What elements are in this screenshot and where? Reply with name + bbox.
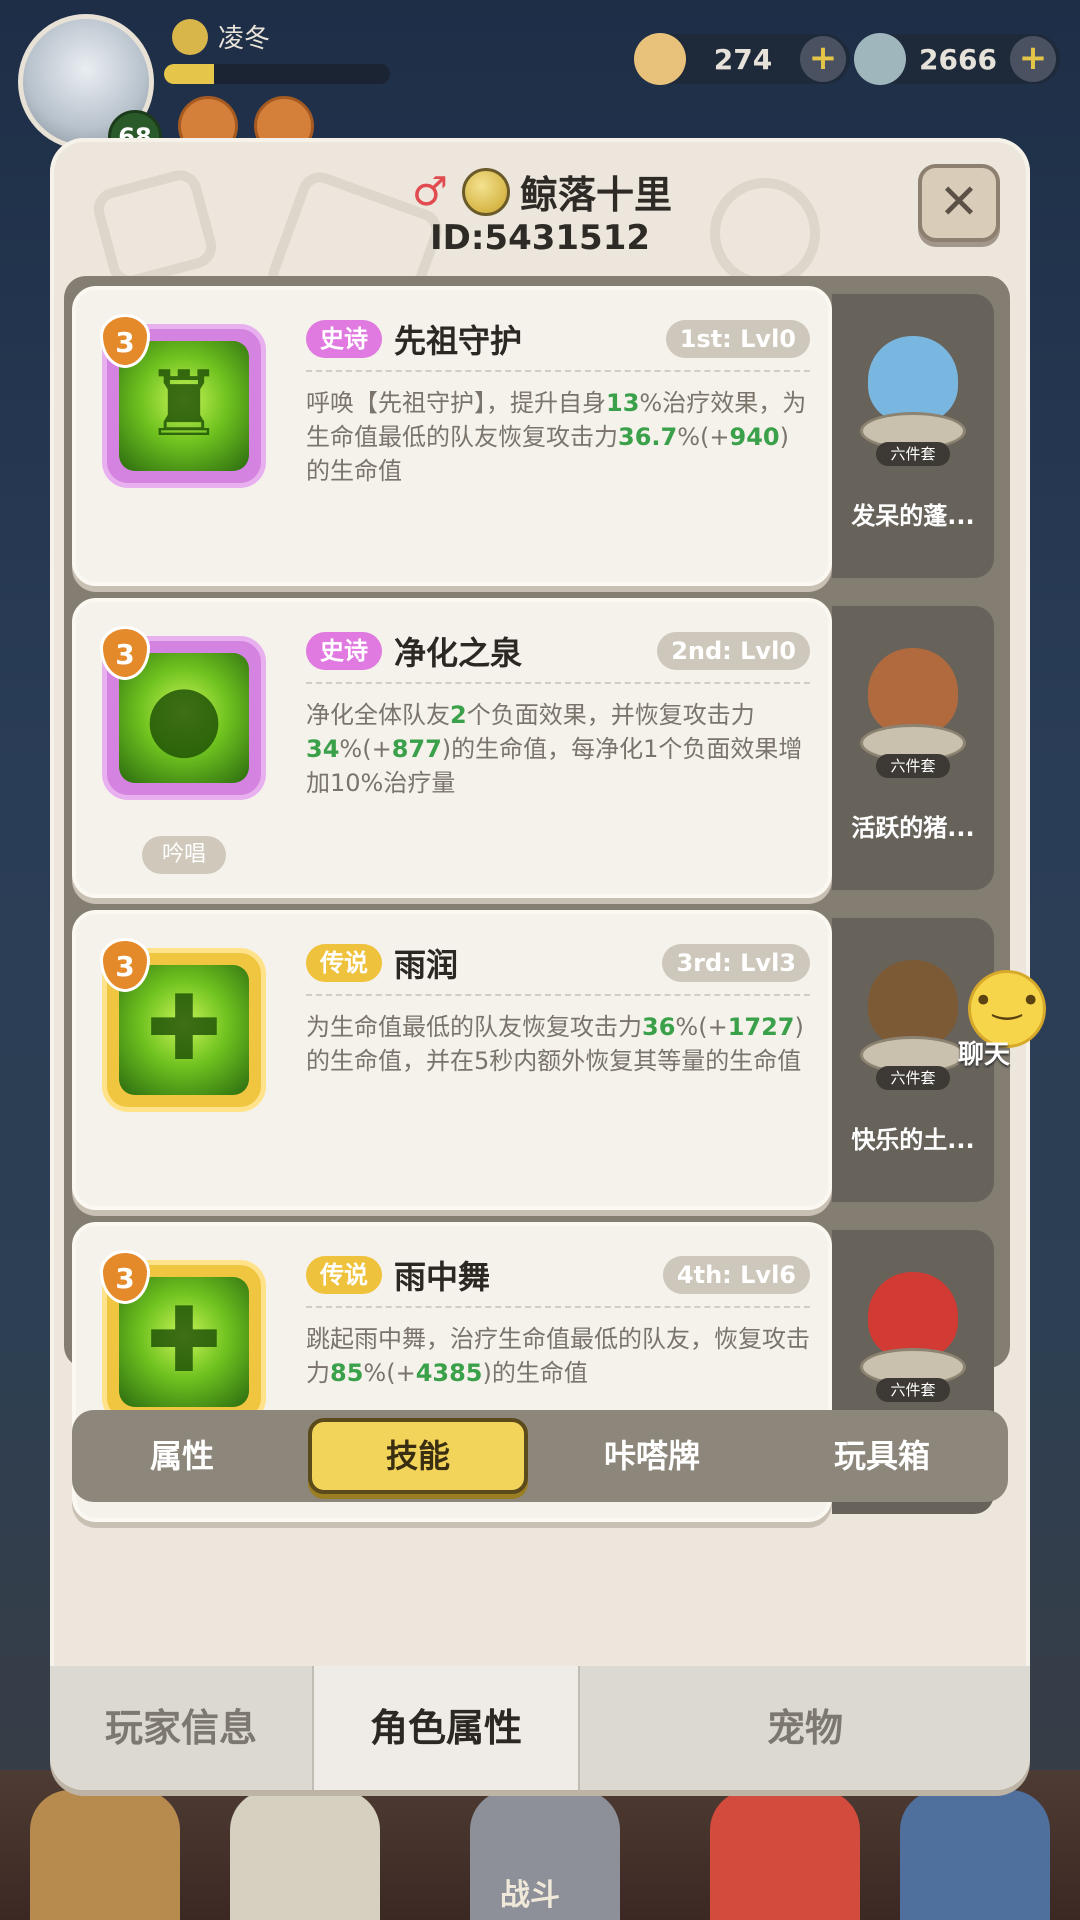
pet-card[interactable]: 六件套 发呆的蓬... — [832, 294, 994, 578]
hud-player-name: 凌冬 — [172, 18, 270, 55]
skill-slot-tag: 3rd: Lvl3 — [662, 944, 810, 982]
desc-text: %(+ — [677, 423, 730, 451]
skill-slot-tag: 2nd: Lvl0 — [657, 632, 810, 670]
skill-card[interactable]: ✚ 3 传说 雨润 3rd: Lvl3 为生命值最低的队友恢复攻击力36%(+1… — [72, 910, 832, 1210]
skill-name: 雨中舞 — [394, 1258, 491, 1296]
rarity-tag: 传说 — [306, 1256, 382, 1294]
rarity-tag: 史诗 — [306, 632, 382, 670]
main-tabs: 玩家信息 角色属性 宠物 — [50, 1666, 1030, 1790]
add-coins-button[interactable]: + — [1010, 36, 1056, 82]
gem-shell-icon — [634, 33, 686, 85]
desc-value: 36 — [642, 1013, 676, 1041]
skill-name: 雨润 — [394, 946, 459, 984]
desc-value: 34 — [306, 735, 340, 763]
desc-value: 940 — [729, 423, 780, 451]
tab-pets[interactable]: 宠物 — [580, 1666, 1030, 1790]
nav-shop[interactable] — [900, 1790, 1050, 1920]
chant-tag: 吟唱 — [142, 836, 226, 874]
pet-card[interactable]: 六件套 活跃的猪... — [832, 606, 994, 890]
close-button[interactable]: ✕ — [918, 164, 1000, 242]
skill-row[interactable]: ♜ 3 史诗 先祖守护 1st: Lvl0 呼唤【先祖守护】，提升自身13%治疗… — [72, 286, 1002, 586]
pet-name: 活跃的猪... — [851, 814, 975, 842]
tab-card[interactable]: 咔嗒牌 — [542, 1418, 762, 1494]
skill-list[interactable]: ♜ 3 史诗 先祖守护 1st: Lvl0 呼唤【先祖守护】，提升自身13%治疗… — [64, 276, 1010, 1522]
desc-text: )的生命值 — [482, 1359, 588, 1387]
pet-figure — [854, 640, 972, 764]
skill-description: 呼唤【先祖守护】，提升自身13%治疗效果，为生命值最低的队友恢复攻击力36.7%… — [306, 386, 810, 488]
player-name: 鲸落十里 — [519, 173, 672, 217]
subtab-bar: 属性 技能 咔嗒牌 玩具箱 — [72, 1410, 1008, 1502]
title-row: ♂ 鲸落十里 — [50, 164, 1030, 219]
player-id: ID:5431512 — [429, 218, 651, 258]
skill-name: 先祖守护 — [394, 322, 523, 360]
divider — [306, 682, 810, 684]
desc-value: 877 — [391, 735, 442, 763]
pet-set-tag: 六件套 — [876, 754, 950, 778]
chat-label: 聊天 — [958, 1040, 1011, 1070]
pet-body — [868, 336, 958, 422]
nav-hero-2[interactable] — [230, 1790, 380, 1920]
desc-value: 36.7 — [618, 423, 678, 451]
desc-text: %(+ — [675, 1013, 728, 1041]
desc-value: 2 — [450, 701, 467, 729]
pet-body — [868, 648, 958, 734]
pet-set-tag: 六件套 — [876, 1378, 950, 1402]
tab-player-info[interactable]: 玩家信息 — [50, 1666, 312, 1790]
divider — [306, 1306, 810, 1308]
pet-figure — [854, 328, 972, 452]
desc-value: 4385 — [415, 1359, 483, 1387]
desc-text: %(+ — [363, 1359, 416, 1387]
tab-toybox[interactable]: 玩具箱 — [772, 1418, 992, 1494]
desc-text: 为生命值最低的队友恢复攻击力 — [306, 1013, 642, 1041]
nav-hero-1[interactable] — [30, 1790, 180, 1920]
skill-description: 为生命值最低的队友恢复攻击力36%(+1727)的生命值，并在5秒内额外恢复其等… — [306, 1010, 810, 1078]
pet-name: 快乐的土... — [851, 1126, 975, 1154]
desc-value: 13 — [606, 389, 640, 417]
divider — [306, 370, 810, 372]
pet-set-tag: 六件套 — [876, 1066, 950, 1090]
tab-character-attributes[interactable]: 角色属性 — [314, 1666, 578, 1790]
skill-row[interactable]: ✚ 3 传说 雨润 3rd: Lvl3 为生命值最低的队友恢复攻击力36%(+1… — [72, 910, 1002, 1210]
skill-description: 跳起雨中舞，治疗生命值最低的队友，恢复攻击力85%(+4385)的生命值 — [306, 1322, 810, 1390]
rarity-tag: 史诗 — [306, 320, 382, 358]
xp-bar-fill — [164, 64, 214, 84]
pet-body — [868, 960, 958, 1046]
skill-card[interactable]: ● 3 吟唱 史诗 净化之泉 2nd: Lvl0 净化全体队友2个负面效果，并恢… — [72, 598, 832, 898]
player-info-modal: ♂ 鲸落十里 ID:5431512 ✕ ♜ 3 史诗 先祖守护 1st: Lvl… — [50, 138, 1030, 1790]
battle-label: 战斗 — [500, 1878, 560, 1913]
add-gems-button[interactable]: + — [800, 36, 846, 82]
rank-icon — [461, 167, 510, 216]
chat-face-icon: •‿• — [973, 981, 1041, 1021]
tab-attributes[interactable]: 属性 — [72, 1418, 292, 1494]
bottom-navigation: 战斗 — [0, 1770, 1080, 1920]
desc-value: 85 — [330, 1359, 364, 1387]
skill-description: 净化全体队友2个负面效果，并恢复攻击力34%(+877)的生命值，每净化1个负面… — [306, 698, 810, 800]
pet-figure — [854, 1264, 972, 1388]
male-gender-icon: ♂ — [412, 168, 448, 215]
desc-text: 净化全体队友 — [306, 701, 450, 729]
rarity-tag: 传说 — [306, 944, 382, 982]
nav-pet[interactable] — [710, 1790, 860, 1920]
coin-shell-icon — [854, 33, 906, 85]
rank-icon — [172, 18, 208, 55]
pet-body — [868, 1272, 958, 1358]
modal-header: ♂ 鲸落十里 ID:5431512 ✕ — [50, 138, 1030, 278]
desc-value: 1727 — [727, 1013, 795, 1041]
xp-bar — [164, 64, 390, 84]
desc-text: 个负面效果，并恢复攻击力 — [466, 701, 755, 729]
divider — [306, 994, 810, 996]
pet-name: 发呆的蓬... — [851, 502, 975, 530]
currency-coins: 2666 + — [854, 33, 1060, 85]
skill-row[interactable]: ● 3 吟唱 史诗 净化之泉 2nd: Lvl0 净化全体队友2个负面效果，并恢… — [72, 598, 1002, 898]
currency-gems: 274 + — [634, 33, 850, 85]
desc-text: 呼唤【先祖守护】，提升自身 — [306, 389, 606, 417]
skill-slot-tag: 1st: Lvl0 — [665, 320, 810, 358]
desc-text: %(+ — [339, 735, 392, 763]
tab-skills[interactable]: 技能 — [308, 1418, 528, 1494]
skill-name: 净化之泉 — [394, 634, 523, 672]
pet-set-tag: 六件套 — [876, 442, 950, 466]
pet-figure — [854, 952, 972, 1076]
skill-slot-tag: 4th: Lvl6 — [662, 1256, 810, 1294]
skill-card[interactable]: ♜ 3 史诗 先祖守护 1st: Lvl0 呼唤【先祖守护】，提升自身13%治疗… — [72, 286, 832, 586]
